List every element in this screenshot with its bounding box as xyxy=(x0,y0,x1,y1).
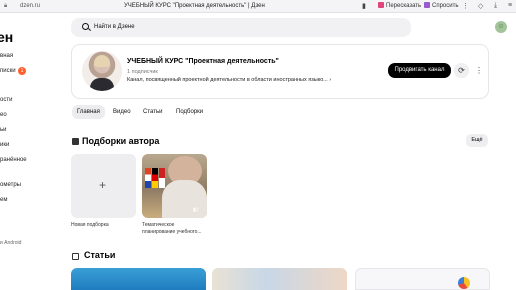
articles-title: Статьи xyxy=(84,250,116,260)
more-icon[interactable]: ⋮ xyxy=(462,2,469,10)
flag-shape xyxy=(159,168,165,188)
ask-button[interactable]: Спросить xyxy=(424,2,458,9)
chevron-right-icon: › xyxy=(329,77,332,83)
collections-title: Подборки автора xyxy=(82,136,160,146)
collection-card-title-line2[interactable]: планирование учебного... xyxy=(142,229,202,235)
articles-icon xyxy=(72,253,79,260)
tab-video[interactable]: Видео xyxy=(108,105,136,119)
more-options-icon[interactable]: ⋮ xyxy=(475,63,483,78)
sidebar-item-articles[interactable]: ьи xyxy=(0,127,6,133)
sidebar-item-video[interactable]: ео xyxy=(0,112,7,118)
sidebar-item-main[interactable]: вная xyxy=(0,53,13,59)
plus-icon: + xyxy=(99,178,107,192)
search-bar[interactable]: Найти в Дзене xyxy=(71,18,411,37)
ask-icon xyxy=(424,2,430,8)
channel-header-card: УЧЕБНЫЙ КУРС "Проектная деятельность" 1 … xyxy=(71,44,489,99)
download-icon[interactable]: ⤓ xyxy=(494,2,497,10)
lock-icon: 🔒︎ xyxy=(4,3,8,9)
sidebar-item-saved[interactable]: ранённое xyxy=(0,157,27,163)
sidebar-item-shorts[interactable]: ики xyxy=(0,142,9,148)
collection-card-thumbnail[interactable]: ▮▯ xyxy=(142,154,207,218)
avatar-hair-shape xyxy=(94,55,110,67)
retell-icon xyxy=(378,2,384,8)
search-placeholder: Найти в Дзене xyxy=(94,24,135,30)
collections-icon xyxy=(72,138,79,145)
address-bar[interactable]: dzen.ru xyxy=(20,3,40,9)
sidebar-item-android[interactable]: и Android xyxy=(0,240,21,246)
channel-avatar[interactable] xyxy=(82,51,122,91)
channel-description[interactable]: Канал, посвященный проектной деятельност… xyxy=(127,77,331,83)
sidebar-item-settings[interactable]: ометры xyxy=(0,182,21,188)
article-card[interactable] xyxy=(212,268,347,290)
page-tab-title: УЧЕБНЫЙ КУРС "Проектная деятельность" | … xyxy=(124,3,265,9)
collection-card-title[interactable]: Тематическое xyxy=(142,222,174,228)
sidebar-item-subscriptions[interactable]: писки xyxy=(0,68,16,74)
notification-badge: 1 xyxy=(18,67,26,75)
tab-collections[interactable]: Подборки xyxy=(171,105,208,119)
flag-shape xyxy=(152,168,158,188)
search-icon xyxy=(82,23,89,30)
channel-title: УЧЕБНЫЙ КУРС "Проектная деятельность" xyxy=(127,58,279,65)
show-more-button[interactable]: Ещё xyxy=(466,134,488,147)
sidebar-item-news[interactable]: ости xyxy=(0,97,12,103)
video-count-icon: ▮▯ xyxy=(193,207,199,213)
tab-articles[interactable]: Статьи xyxy=(138,105,167,119)
photo-body-shape xyxy=(162,180,207,218)
shield-icon[interactable]: ◇ xyxy=(478,2,483,10)
browser-toolbar: 🔒︎ dzen.ru УЧЕБНЫЙ КУРС "Проектная деяте… xyxy=(0,0,516,13)
bookmark-icon[interactable]: ▮ xyxy=(362,2,366,10)
avatar-body-shape xyxy=(90,78,114,91)
promote-channel-button[interactable]: Продвигать канал xyxy=(388,63,451,78)
subscriber-count: 1 подписчик xyxy=(127,69,158,75)
repost-icon[interactable]: ⟳ xyxy=(454,63,469,78)
new-collection-label: Новая подборка xyxy=(71,222,109,228)
article-card[interactable] xyxy=(355,268,490,290)
flag-shape xyxy=(145,168,151,188)
menu-icon[interactable]: ≡ xyxy=(508,2,512,9)
user-avatar[interactable]: ☺ xyxy=(495,21,507,33)
chart-icon xyxy=(458,277,470,289)
new-collection-tile[interactable]: + xyxy=(71,154,136,218)
dzen-logo[interactable]: ен xyxy=(0,29,13,45)
retell-button[interactable]: Пересказать xyxy=(378,2,421,9)
sidebar-item-theme[interactable]: ем xyxy=(0,197,7,203)
article-card[interactable] xyxy=(71,268,206,290)
tab-main[interactable]: Главная xyxy=(72,105,105,119)
